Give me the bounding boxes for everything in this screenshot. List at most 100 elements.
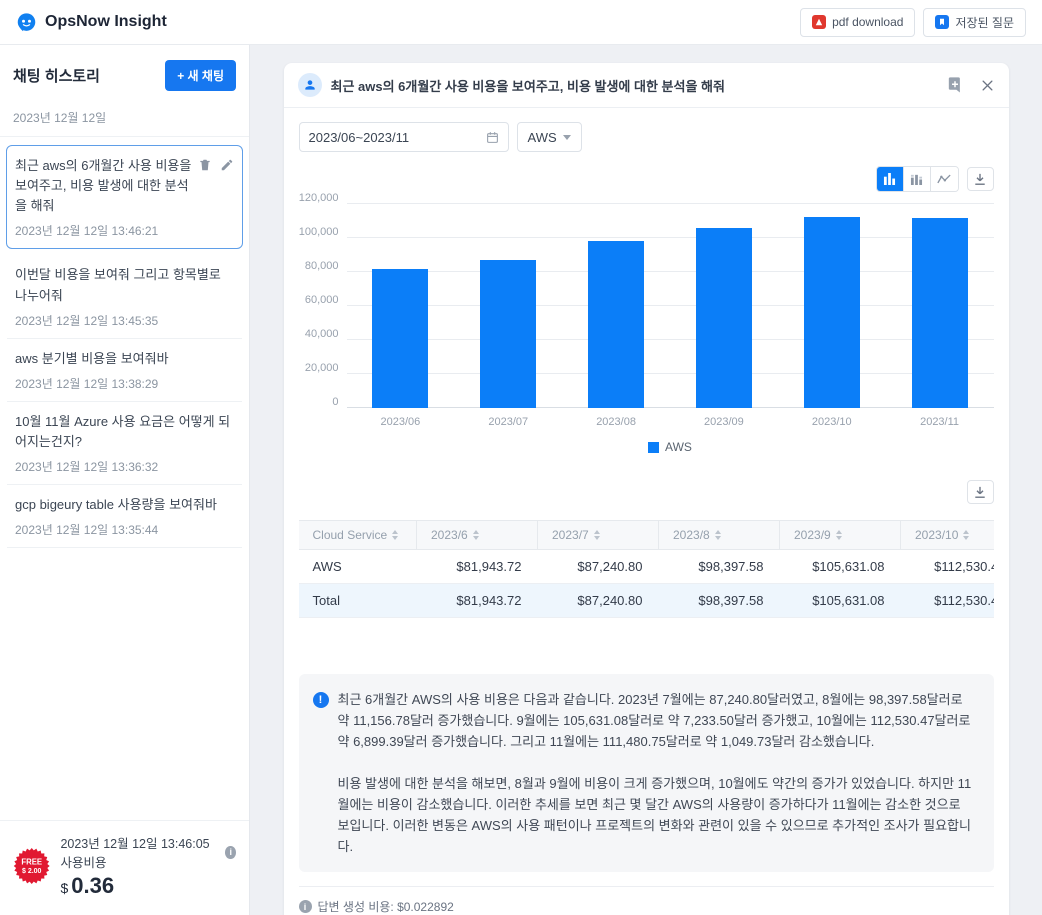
chart-y-tick-label: 0: [332, 396, 338, 408]
user-avatar: [298, 73, 322, 97]
legend-swatch-aws: [648, 442, 659, 453]
sort-icon[interactable]: [836, 530, 842, 540]
table-cell-value: $112,530.47: [901, 550, 994, 584]
delete-icon[interactable]: [198, 158, 212, 172]
chart-x-tick-label: 2023/09: [670, 416, 778, 428]
chat-history-item[interactable]: aws 분기별 비용을 보여줘바 2023년 12월 12일 13:38:29: [7, 339, 242, 402]
sidebar-title: 채팅 히스토리: [13, 65, 100, 86]
question-text: 최근 aws의 6개월간 사용 비용을 보여주고, 비용 발생에 대한 분석을 …: [331, 76, 937, 95]
line-chart-toggle[interactable]: [931, 167, 958, 191]
chart-x-tick-label: 2023/07: [454, 416, 562, 428]
edit-icon[interactable]: [220, 158, 234, 172]
chart-x-tick-label: 2023/10: [778, 416, 886, 428]
chat-history-item-text: 10월 11월 Azure 사용 요금은 어떻게 되어지는건지?: [15, 412, 234, 452]
chart-bar[interactable]: [588, 241, 644, 408]
chart-bar-slot: [670, 204, 778, 408]
table-download-button[interactable]: [967, 480, 994, 504]
chart-x-tick-label: 2023/08: [562, 416, 670, 428]
table-column-header-inner: 2023/7: [552, 528, 648, 542]
bookmark-icon: [935, 15, 949, 29]
chat-history-item-row: 최근 aws의 6개월간 사용 비용을 보여주고, 비용 발생에 대한 분석을 …: [15, 156, 234, 216]
chart-plot-area: 020,00040,00060,00080,000100,000120,000: [347, 204, 994, 408]
chat-history-item-time: 2023년 12월 12일 13:35:44: [15, 521, 234, 538]
chat-history-item-row: 이번달 비용을 보여줘 그리고 항목별로 나누어줘: [15, 265, 234, 305]
person-icon: [303, 78, 317, 92]
chevron-down-icon: [563, 135, 571, 140]
chat-history-item-text: gcp bigeury table 사용량을 보여줘바: [15, 495, 234, 515]
main-area: 최근 aws의 6개월간 사용 비용을 보여주고, 비용 발생에 대한 분석을 …: [250, 45, 1042, 915]
chat-history-item-time: 2023년 12월 12일 13:38:29: [15, 375, 234, 392]
chat-history-item-text: aws 분기별 비용을 보여줘바: [15, 349, 234, 369]
analysis-message: ! 최근 6개월간 AWS의 사용 비용은 다음과 같습니다. 2023년 7월…: [299, 674, 994, 872]
chat-history-item[interactable]: 10월 11월 Azure 사용 요금은 어떻게 되어지는건지? 2023년 12…: [7, 402, 242, 485]
new-chat-button[interactable]: + 새 채팅: [165, 60, 236, 91]
table-cell-service: Total: [299, 584, 417, 618]
table-cell-value: $87,240.80: [538, 550, 659, 584]
pdf-download-label: pdf download: [832, 15, 903, 29]
table-column-header-inner: 2023/6: [431, 528, 527, 542]
chart-y-tick-label: 20,000: [305, 362, 339, 374]
cloud-provider-value: AWS: [528, 130, 557, 145]
table-cell-value: $112,530.47: [901, 584, 994, 618]
table-column-header[interactable]: 2023/10: [901, 521, 994, 550]
chart-y-tick-label: 80,000: [305, 260, 339, 272]
usage-summary: FREE $ 2.00 2023년 12월 12일 13:46:05 사용비용 …: [0, 820, 249, 915]
chat-history-item[interactable]: gcp bigeury table 사용량을 보여줘바 2023년 12월 12일…: [7, 485, 242, 548]
chat-history-item-time: 2023년 12월 12일 13:46:21: [15, 222, 234, 239]
usage-info-icon[interactable]: i: [225, 846, 236, 859]
date-range-input[interactable]: 2023/06~2023/11: [299, 122, 509, 152]
usage-timestamp-label: 2023년 12월 12일 13:46:05 사용비용: [60, 833, 221, 871]
chart-type-toggle: [876, 166, 959, 192]
chart-bar[interactable]: [804, 217, 860, 408]
chart-bar-slot: [454, 204, 562, 408]
pdf-icon: [812, 15, 826, 29]
table-column-header[interactable]: 2023/7: [538, 521, 659, 550]
bar-chart-toggle[interactable]: [877, 167, 904, 191]
chart-bar-slot: [562, 204, 670, 408]
chart-download-button[interactable]: [967, 167, 994, 191]
opsnow-logo-icon: [16, 12, 37, 33]
table-cell-value: $87,240.80: [538, 584, 659, 618]
chat-history-item-row: 10월 11월 Azure 사용 요금은 어떻게 되어지는건지?: [15, 412, 234, 452]
table-cell-value: $81,943.72: [417, 550, 538, 584]
table-column-header[interactable]: Cloud Service: [299, 521, 417, 550]
chart-bar[interactable]: [372, 269, 428, 408]
stacked-chart-toggle[interactable]: [904, 167, 931, 191]
save-question-icon[interactable]: [946, 76, 964, 94]
close-icon[interactable]: [980, 78, 995, 93]
table-column-header[interactable]: 2023/6: [417, 521, 538, 550]
cloud-provider-select[interactable]: AWS: [517, 122, 582, 152]
usage-amount: $0.36: [60, 873, 236, 899]
sort-icon[interactable]: [392, 530, 398, 540]
chat-history-item[interactable]: 최근 aws의 6개월간 사용 비용을 보여주고, 비용 발생에 대한 분석을 …: [6, 145, 243, 249]
chat-history-item-time: 2023년 12월 12일 13:36:32: [15, 458, 234, 475]
pdf-download-button[interactable]: pdf download: [800, 8, 915, 37]
sort-icon[interactable]: [594, 530, 600, 540]
chart-bar[interactable]: [696, 228, 752, 408]
table-column-header[interactable]: 2023/9: [780, 521, 901, 550]
saved-questions-label: 저장된 질문: [955, 14, 1014, 31]
table-column-header[interactable]: 2023/8: [659, 521, 780, 550]
sort-icon[interactable]: [715, 530, 721, 540]
chart-bar[interactable]: [912, 218, 968, 408]
sort-icon[interactable]: [473, 530, 479, 540]
table-column-label: Cloud Service: [313, 528, 388, 542]
date-range-value: 2023/06~2023/11: [309, 130, 486, 145]
chat-answer-card: 최근 aws의 6개월간 사용 비용을 보여주고, 비용 발생에 대한 분석을 …: [284, 63, 1009, 915]
app-logo: OpsNow Insight: [16, 12, 167, 33]
chat-history-item[interactable]: 이번달 비용을 보여줘 그리고 항목별로 나누어줘2023년 12월 12일 1…: [7, 255, 242, 338]
legend-label-aws: AWS: [665, 440, 692, 454]
chat-history-item-actions: [198, 156, 234, 216]
chart-bar[interactable]: [480, 260, 536, 408]
chart-x-axis: 2023/062023/072023/082023/092023/102023/…: [347, 416, 994, 428]
sort-icon[interactable]: [963, 530, 969, 540]
analysis-paragraph: 비용 발생에 대한 분석을 해보면, 8월과 9월에 비용이 크게 증가했으며,…: [338, 773, 976, 857]
calendar-icon: [486, 131, 499, 144]
saved-questions-button[interactable]: 저장된 질문: [923, 8, 1026, 37]
chart-bar-slot: [347, 204, 455, 408]
top-bar: OpsNow Insight pdf download 저장된 질문: [0, 0, 1042, 45]
chat-history-item-row: aws 분기별 비용을 보여줘바: [15, 349, 234, 369]
chart-x-tick-label: 2023/11: [886, 416, 994, 428]
chart-y-tick-label: 60,000: [305, 294, 339, 306]
chart-legend: AWS: [347, 440, 994, 454]
